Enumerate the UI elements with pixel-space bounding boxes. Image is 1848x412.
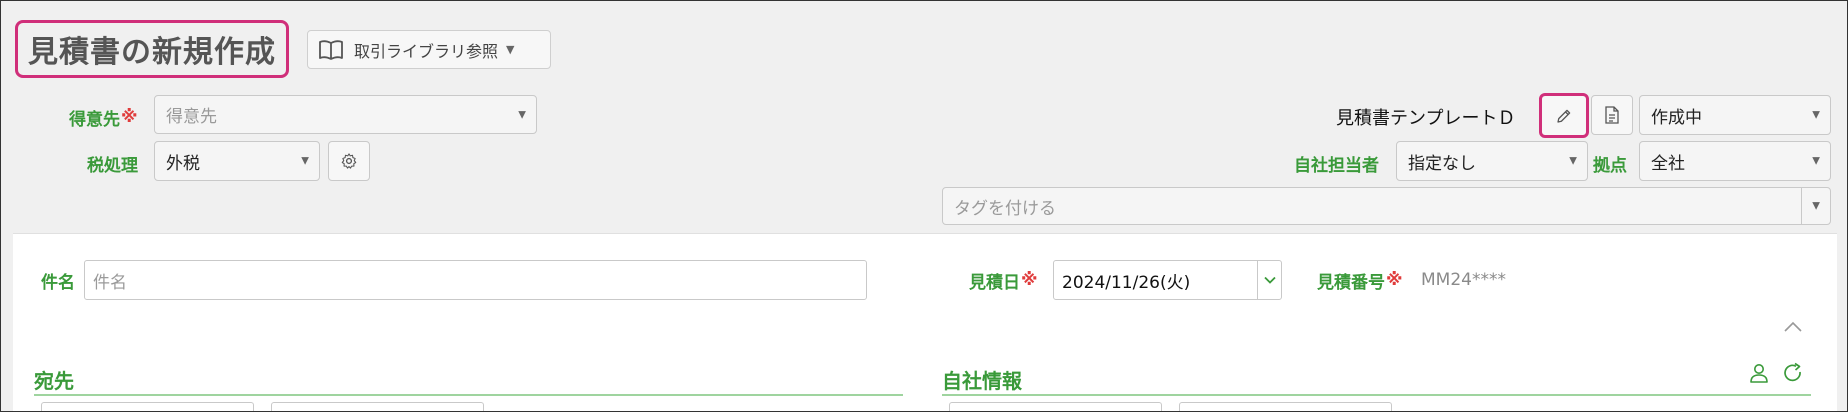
customer-placeholder: 得意先 [166,107,217,127]
refresh-button[interactable] [1781,361,1805,385]
contact-button[interactable] [1747,361,1771,385]
branch-value: 全社 [1651,153,1685,174]
customer-select[interactable]: 得意先 ▼ [154,95,537,134]
recipient-section-line [34,394,903,396]
chevron-up-icon [1783,321,1803,333]
staff-label: 自社担当者 [1294,155,1379,176]
collapse-button[interactable] [1781,317,1805,337]
branch-label-group: 拠点 [1593,149,1627,177]
required-mark: ※ [1021,270,1038,290]
tax-value: 外税 [166,153,200,174]
subject-input[interactable]: 件名 [84,260,867,300]
date-value: 2024/11/26(火) [1062,272,1191,293]
book-icon [318,39,344,61]
estimate-create-window: 見積書の新規作成 取引ライブラリ参照 ▼ 得意先 ※ 得意先 ▼ 税処理 外税 ▼… [0,0,1848,412]
number-label: 見積番号 [1317,272,1385,293]
person-icon [1748,362,1770,384]
staff-label-group: 自社担当者 [1294,149,1379,177]
tag-input[interactable]: タグを付ける ▼ [942,187,1831,225]
page-title: 見積書の新規作成 [28,35,276,70]
edit-template-button[interactable] [1539,93,1589,138]
tag-placeholder: タグを付ける [954,198,1056,219]
tax-select[interactable]: 外税 ▼ [154,141,320,181]
refresh-icon [1782,362,1804,384]
company-field-1[interactable] [949,402,1162,411]
library-reference-button[interactable]: 取引ライブラリ参照 ▼ [307,30,551,69]
dropdown-arrow-icon: ▼ [1812,155,1820,167]
tag-divider [1801,188,1802,224]
date-input[interactable]: 2024/11/26(火) [1053,260,1282,300]
number-label-group: 見積番号 ※ [1317,266,1403,294]
template-label: 見積書テンプレートＤ [1336,108,1516,129]
tax-settings-button[interactable] [328,141,370,181]
subject-placeholder: 件名 [93,272,127,293]
branch-select[interactable]: 全社 ▼ [1639,141,1831,181]
dropdown-arrow-icon: ▼ [518,109,526,120]
tax-label-group: 税処理 [87,149,138,177]
caret-down-icon: ▼ [506,43,515,56]
dropdown-arrow-icon: ▼ [1812,200,1820,212]
company-section-line [942,394,1811,396]
document-icon [1605,106,1619,124]
required-mark: ※ [1386,270,1403,290]
chevron-down-icon [1263,276,1276,284]
company-field-2[interactable] [1179,402,1392,411]
status-value: 作成中 [1651,107,1702,128]
date-label: 見積日 [969,272,1020,293]
customer-label-group: 得意先 ※ [69,103,138,131]
required-mark: ※ [121,107,138,127]
page-title-box: 見積書の新規作成 [15,20,289,78]
date-dropdown-button[interactable] [1257,261,1281,299]
recipient-field-1[interactable] [41,402,254,411]
pencil-icon [1555,107,1573,125]
gear-icon [340,152,358,170]
template-name: 見積書テンプレートＤ [1336,103,1515,131]
company-section-title: 自社情報 [942,369,1022,393]
number-value: MM24**** [1421,270,1506,290]
recipient-section-title: 宛先 [34,369,74,393]
staff-value: 指定なし [1408,153,1476,174]
tax-label: 税処理 [87,155,138,176]
staff-select[interactable]: 指定なし ▼ [1396,141,1588,181]
dropdown-arrow-icon: ▼ [301,155,309,167]
branch-label: 拠点 [1593,155,1627,176]
subject-label: 件名 [41,272,75,293]
recipient-field-2[interactable] [271,402,484,411]
library-button-label: 取引ライブラリ参照 [354,41,499,61]
date-label-group: 見積日 ※ [969,266,1038,294]
customer-label: 得意先 [69,109,120,130]
dropdown-arrow-icon: ▼ [1812,109,1820,121]
dropdown-arrow-icon: ▼ [1569,155,1577,167]
document-preview-button[interactable] [1591,95,1633,135]
status-select[interactable]: 作成中 ▼ [1639,95,1831,135]
subject-label-group: 件名 [41,266,75,294]
